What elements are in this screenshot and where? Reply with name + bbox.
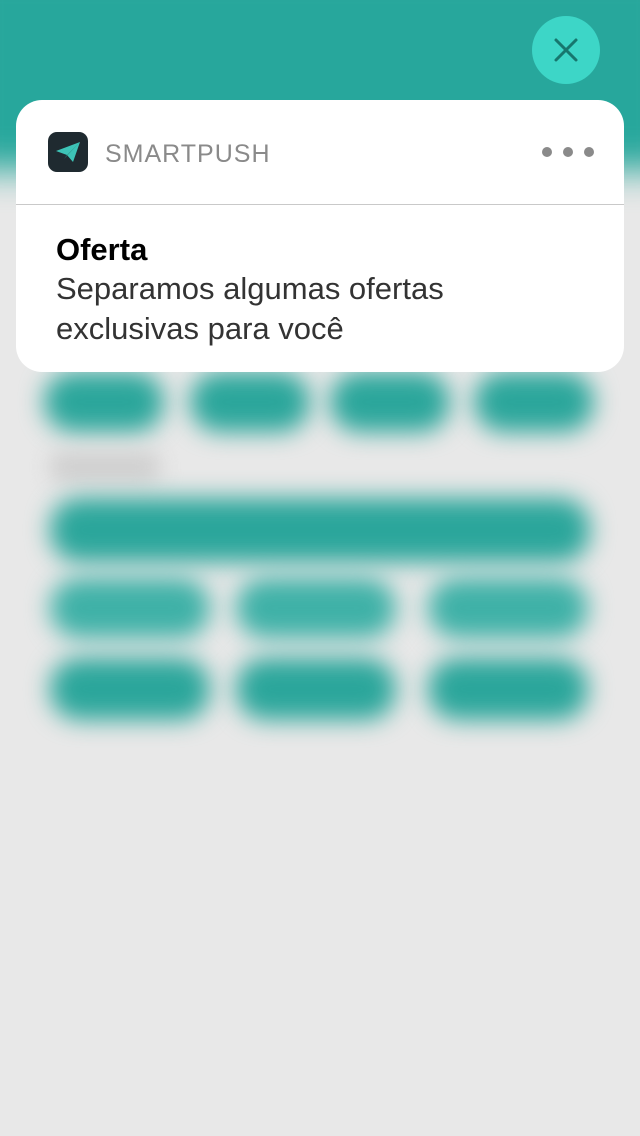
background-tile (474, 372, 594, 432)
app-icon (48, 132, 88, 172)
background-tile (50, 578, 210, 638)
app-name: SMARTPUSH (105, 140, 271, 168)
notification-title: Oferta (56, 232, 148, 267)
ellipsis-icon (584, 147, 594, 157)
close-button[interactable] (532, 16, 600, 84)
background-tile (428, 578, 588, 638)
ellipsis-icon (563, 147, 573, 157)
background-tile (330, 372, 450, 432)
background-tile (428, 658, 588, 720)
background-tile (44, 372, 164, 432)
paper-plane-icon (56, 142, 80, 162)
background-label (50, 452, 160, 482)
notification-body: Oferta Separamos algumas ofertas exclusi… (16, 205, 624, 349)
notification-message: Separamos algumas ofertas exclusivas par… (56, 271, 444, 346)
close-icon (554, 38, 578, 62)
notification-header: SMARTPUSH (16, 100, 624, 205)
ellipsis-icon (542, 147, 552, 157)
background-tile (190, 372, 310, 432)
notification-card[interactable]: SMARTPUSH Oferta Separamos algumas ofert… (16, 100, 624, 372)
background-tile (236, 578, 396, 638)
background-tile (50, 658, 210, 720)
background-banner (50, 498, 590, 562)
more-options-button[interactable] (542, 138, 594, 166)
background-tile (236, 658, 396, 720)
